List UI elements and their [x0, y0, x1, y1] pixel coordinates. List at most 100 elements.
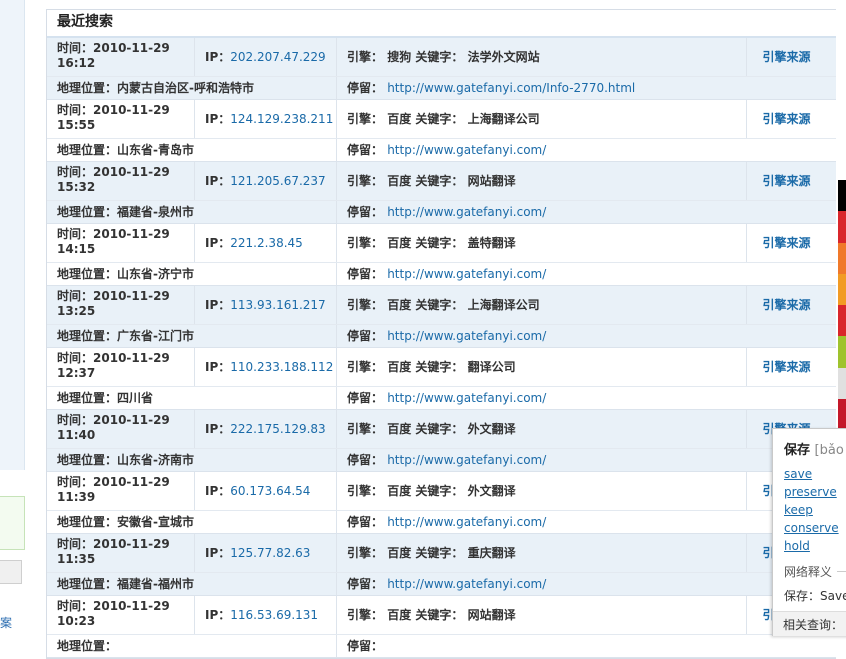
- stay-label: 停留：: [347, 267, 384, 281]
- time-clock: 12:37: [57, 366, 96, 380]
- engine-source-link[interactable]: 引擎来源: [762, 174, 810, 188]
- ip-value[interactable]: 113.93.161.217: [230, 298, 325, 312]
- stay-url-link[interactable]: http://www.gatefanyi.com/: [387, 391, 546, 405]
- record-source: 引擎来源: [747, 224, 826, 262]
- record-ip: IP：124.129.238.211: [195, 100, 337, 138]
- ip-value[interactable]: 60.173.64.54: [230, 484, 310, 498]
- engine-label: 引擎：: [347, 484, 384, 498]
- engine-label: 引擎：: [347, 608, 384, 622]
- engine-value: 百度: [387, 546, 412, 560]
- color-swatch: [838, 273, 846, 305]
- ip-value[interactable]: 124.129.238.211: [230, 112, 333, 126]
- ip-value[interactable]: 221.2.38.45: [230, 236, 303, 250]
- search-record: 时间：2010-11-29 10:23 IP：116.53.69.131 引擎： 百度…: [47, 596, 836, 658]
- stay-url-link[interactable]: http://www.gatefanyi.com/Info-2770.html: [387, 81, 635, 95]
- stay-url-link[interactable]: http://www.gatefanyi.com/: [387, 515, 546, 529]
- time-date: 2010-11-29: [93, 475, 170, 489]
- record-location: 地理位置：山东省-青岛市: [47, 139, 337, 161]
- time-date: 2010-11-29: [93, 413, 170, 427]
- left-green-box: [0, 496, 25, 550]
- stay-url-link[interactable]: http://www.gatefanyi.com/: [387, 329, 546, 343]
- translation-link[interactable]: conserve: [784, 519, 839, 537]
- engine-source-link[interactable]: 引擎来源: [762, 50, 810, 64]
- ip-label: IP：: [205, 50, 231, 64]
- record-detail-row: 地理位置：安徽省-宣城市 停留： http://www.gatefanyi.com…: [47, 511, 836, 533]
- keyword-label: 关键字：: [415, 174, 464, 188]
- record-engine: 引擎： 百度 关键字： 外文翻译: [337, 410, 747, 448]
- time-clock: 14:15: [57, 242, 96, 256]
- ip-value[interactable]: 110.233.188.112: [230, 360, 333, 374]
- stay-url-link[interactable]: http://www.gatefanyi.com/: [387, 453, 546, 467]
- engine-label: 引擎：: [347, 236, 384, 250]
- location-label: 地理位置：: [57, 453, 118, 467]
- ip-value[interactable]: 116.53.69.131: [230, 608, 318, 622]
- search-record: 时间：2010-11-29 15:32 IP：121.205.67.237 引擎： 百…: [47, 162, 836, 224]
- location-value: 四川省: [117, 391, 154, 405]
- record-engine: 引擎： 百度 关键字： 盖特翻译: [337, 224, 747, 262]
- color-swatch: [838, 305, 846, 337]
- time-label: 时间：: [57, 289, 94, 303]
- engine-source-link[interactable]: 引擎来源: [762, 360, 810, 374]
- color-swatch: [838, 180, 846, 212]
- record-stay: 停留： http://www.gatefanyi.com/: [337, 387, 836, 409]
- stay-label: 停留：: [347, 391, 384, 405]
- ip-value[interactable]: 222.175.129.83: [230, 422, 325, 436]
- search-record: 时间：2010-11-29 11:39 IP：60.173.64.54 引擎： 百度 …: [47, 472, 836, 534]
- stay-url-link[interactable]: http://www.gatefanyi.com/: [387, 205, 546, 219]
- color-swatch: [838, 211, 846, 243]
- popup-translations: save preserve keep conserve hold: [784, 465, 839, 555]
- record-stay: 停留： http://www.gatefanyi.com/: [337, 573, 836, 595]
- record-location: 地理位置：四川省: [47, 387, 337, 409]
- translation-link[interactable]: keep: [784, 501, 839, 519]
- record-location: 地理位置：安徽省-宣城市: [47, 511, 337, 533]
- ip-value[interactable]: 202.207.47.229: [230, 50, 325, 64]
- record-detail-row: 地理位置：山东省-青岛市 停留： http://www.gatefanyi.com…: [47, 139, 836, 161]
- keyword-value: 网站翻译: [467, 174, 516, 188]
- engine-label: 引擎：: [347, 50, 384, 64]
- record-stay: 停留： http://www.gatefanyi.com/: [337, 325, 836, 347]
- engine-source-link[interactable]: 引擎来源: [762, 112, 810, 126]
- record-time: 时间：2010-11-29 10:23: [47, 596, 195, 634]
- translation-link[interactable]: preserve: [784, 483, 839, 501]
- record-detail-row: 地理位置：四川省 停留： http://www.gatefanyi.com/: [47, 387, 836, 409]
- color-swatch: [838, 398, 846, 430]
- keyword-value: 法学外文网站: [467, 50, 540, 64]
- record-time: 时间：2010-11-29 12:37: [47, 348, 195, 386]
- left-sidebar-fragment: 案: [0, 0, 26, 634]
- keyword-label: 关键字：: [415, 236, 464, 250]
- translation-link[interactable]: hold: [784, 537, 839, 555]
- record-main-row: 时间：2010-11-29 11:35 IP：125.77.82.63 引擎： 百度 …: [47, 534, 836, 573]
- time-clock: 15:32: [57, 180, 96, 194]
- record-engine: 引擎： 搜狗 关键字： 法学外文网站: [337, 38, 747, 76]
- record-main-row: 时间：2010-11-29 13:25 IP：113.93.161.217 引擎： 百…: [47, 286, 836, 325]
- stay-url-link[interactable]: http://www.gatefanyi.com/: [387, 267, 546, 281]
- record-location: 地理位置：福建省-泉州市: [47, 201, 337, 223]
- left-cutoff-link[interactable]: 案: [0, 614, 12, 631]
- record-engine: 引擎： 百度 关键字： 外文翻译: [337, 472, 747, 510]
- keyword-value: 重庆翻译: [467, 546, 516, 560]
- record-ip: IP：121.205.67.237: [195, 162, 337, 200]
- engine-value: 百度: [387, 422, 412, 436]
- stay-url-link[interactable]: http://www.gatefanyi.com/: [387, 577, 546, 591]
- record-time: 时间：2010-11-29 15:32: [47, 162, 195, 200]
- location-label: 地理位置：: [57, 639, 118, 653]
- translation-link[interactable]: save: [784, 465, 839, 483]
- panel-title: 最近搜索: [47, 10, 836, 38]
- color-swatch: [838, 336, 846, 368]
- time-label: 时间：: [57, 413, 94, 427]
- ip-value[interactable]: 121.205.67.237: [230, 174, 325, 188]
- engine-value: 百度: [387, 360, 412, 374]
- time-clock: 15:55: [57, 118, 96, 132]
- engine-source-link[interactable]: 引擎来源: [762, 236, 810, 250]
- left-gray-button[interactable]: [0, 560, 22, 584]
- location-label: 地理位置：: [57, 143, 118, 157]
- stay-url-link[interactable]: http://www.gatefanyi.com/: [387, 143, 546, 157]
- ip-value[interactable]: 125.77.82.63: [230, 546, 310, 560]
- record-location: 地理位置：: [47, 635, 337, 657]
- color-swatch: [838, 367, 846, 399]
- engine-label: 引擎：: [347, 298, 384, 312]
- popup-related-bar[interactable]: 相关查询：: [773, 611, 846, 636]
- engine-source-link[interactable]: 引擎来源: [762, 298, 810, 312]
- ip-label: IP：: [205, 298, 231, 312]
- record-main-row: 时间：2010-11-29 12:37 IP：110.233.188.112 引擎： …: [47, 348, 836, 387]
